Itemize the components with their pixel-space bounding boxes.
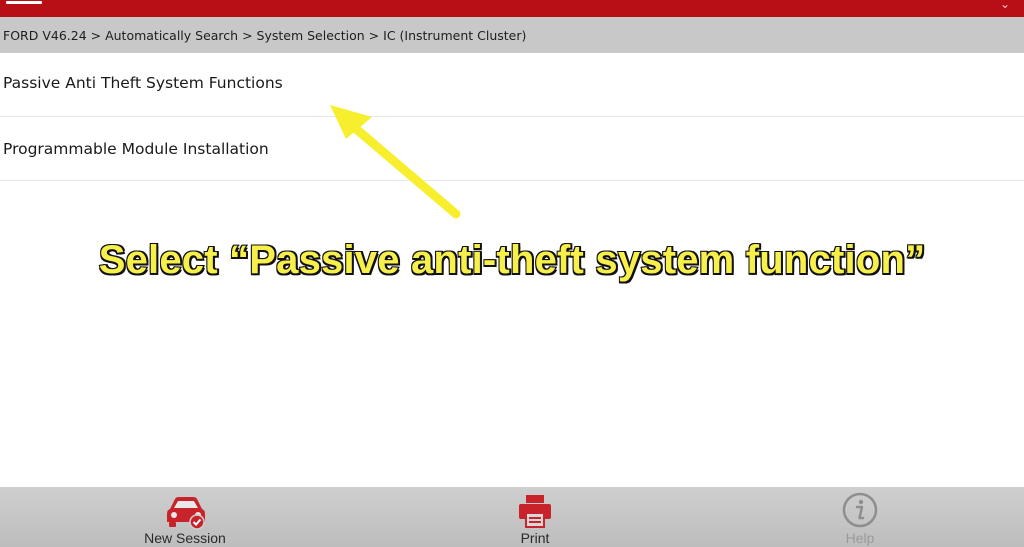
list-item-label: Programmable Module Installation (3, 139, 269, 158)
app-window: ⌄ FORD V46.24 > Automatically Search > S… (0, 0, 1024, 547)
function-list: Passive Anti Theft System Functions Prog… (0, 53, 1024, 181)
help-label: Help (845, 530, 875, 546)
new-session-button[interactable]: New Session (125, 487, 245, 547)
breadcrumb: FORD V46.24 > Automatically Search > Sys… (0, 17, 1024, 53)
printer-icon (519, 495, 551, 528)
help-button[interactable]: Help (800, 487, 920, 547)
overflow-icon[interactable]: ⌄ (1000, 0, 1010, 11)
hamburger-icon[interactable] (6, 0, 42, 10)
annotation-caption: Select “Passive anti-theft system functi… (98, 237, 926, 283)
bottom-toolbar: New Session Print Help (0, 487, 1024, 547)
car-check-icon (167, 497, 205, 530)
list-item-programmable-module[interactable]: Programmable Module Installation (0, 117, 1024, 181)
list-item-passive-anti-theft[interactable]: Passive Anti Theft System Functions (0, 53, 1024, 117)
new-session-label: New Session (144, 530, 226, 546)
print-label: Print (520, 530, 550, 546)
info-icon (842, 492, 878, 528)
app-bar: ⌄ (0, 0, 1024, 17)
list-item-label: Passive Anti Theft System Functions (3, 73, 283, 92)
print-button[interactable]: Print (475, 487, 595, 547)
